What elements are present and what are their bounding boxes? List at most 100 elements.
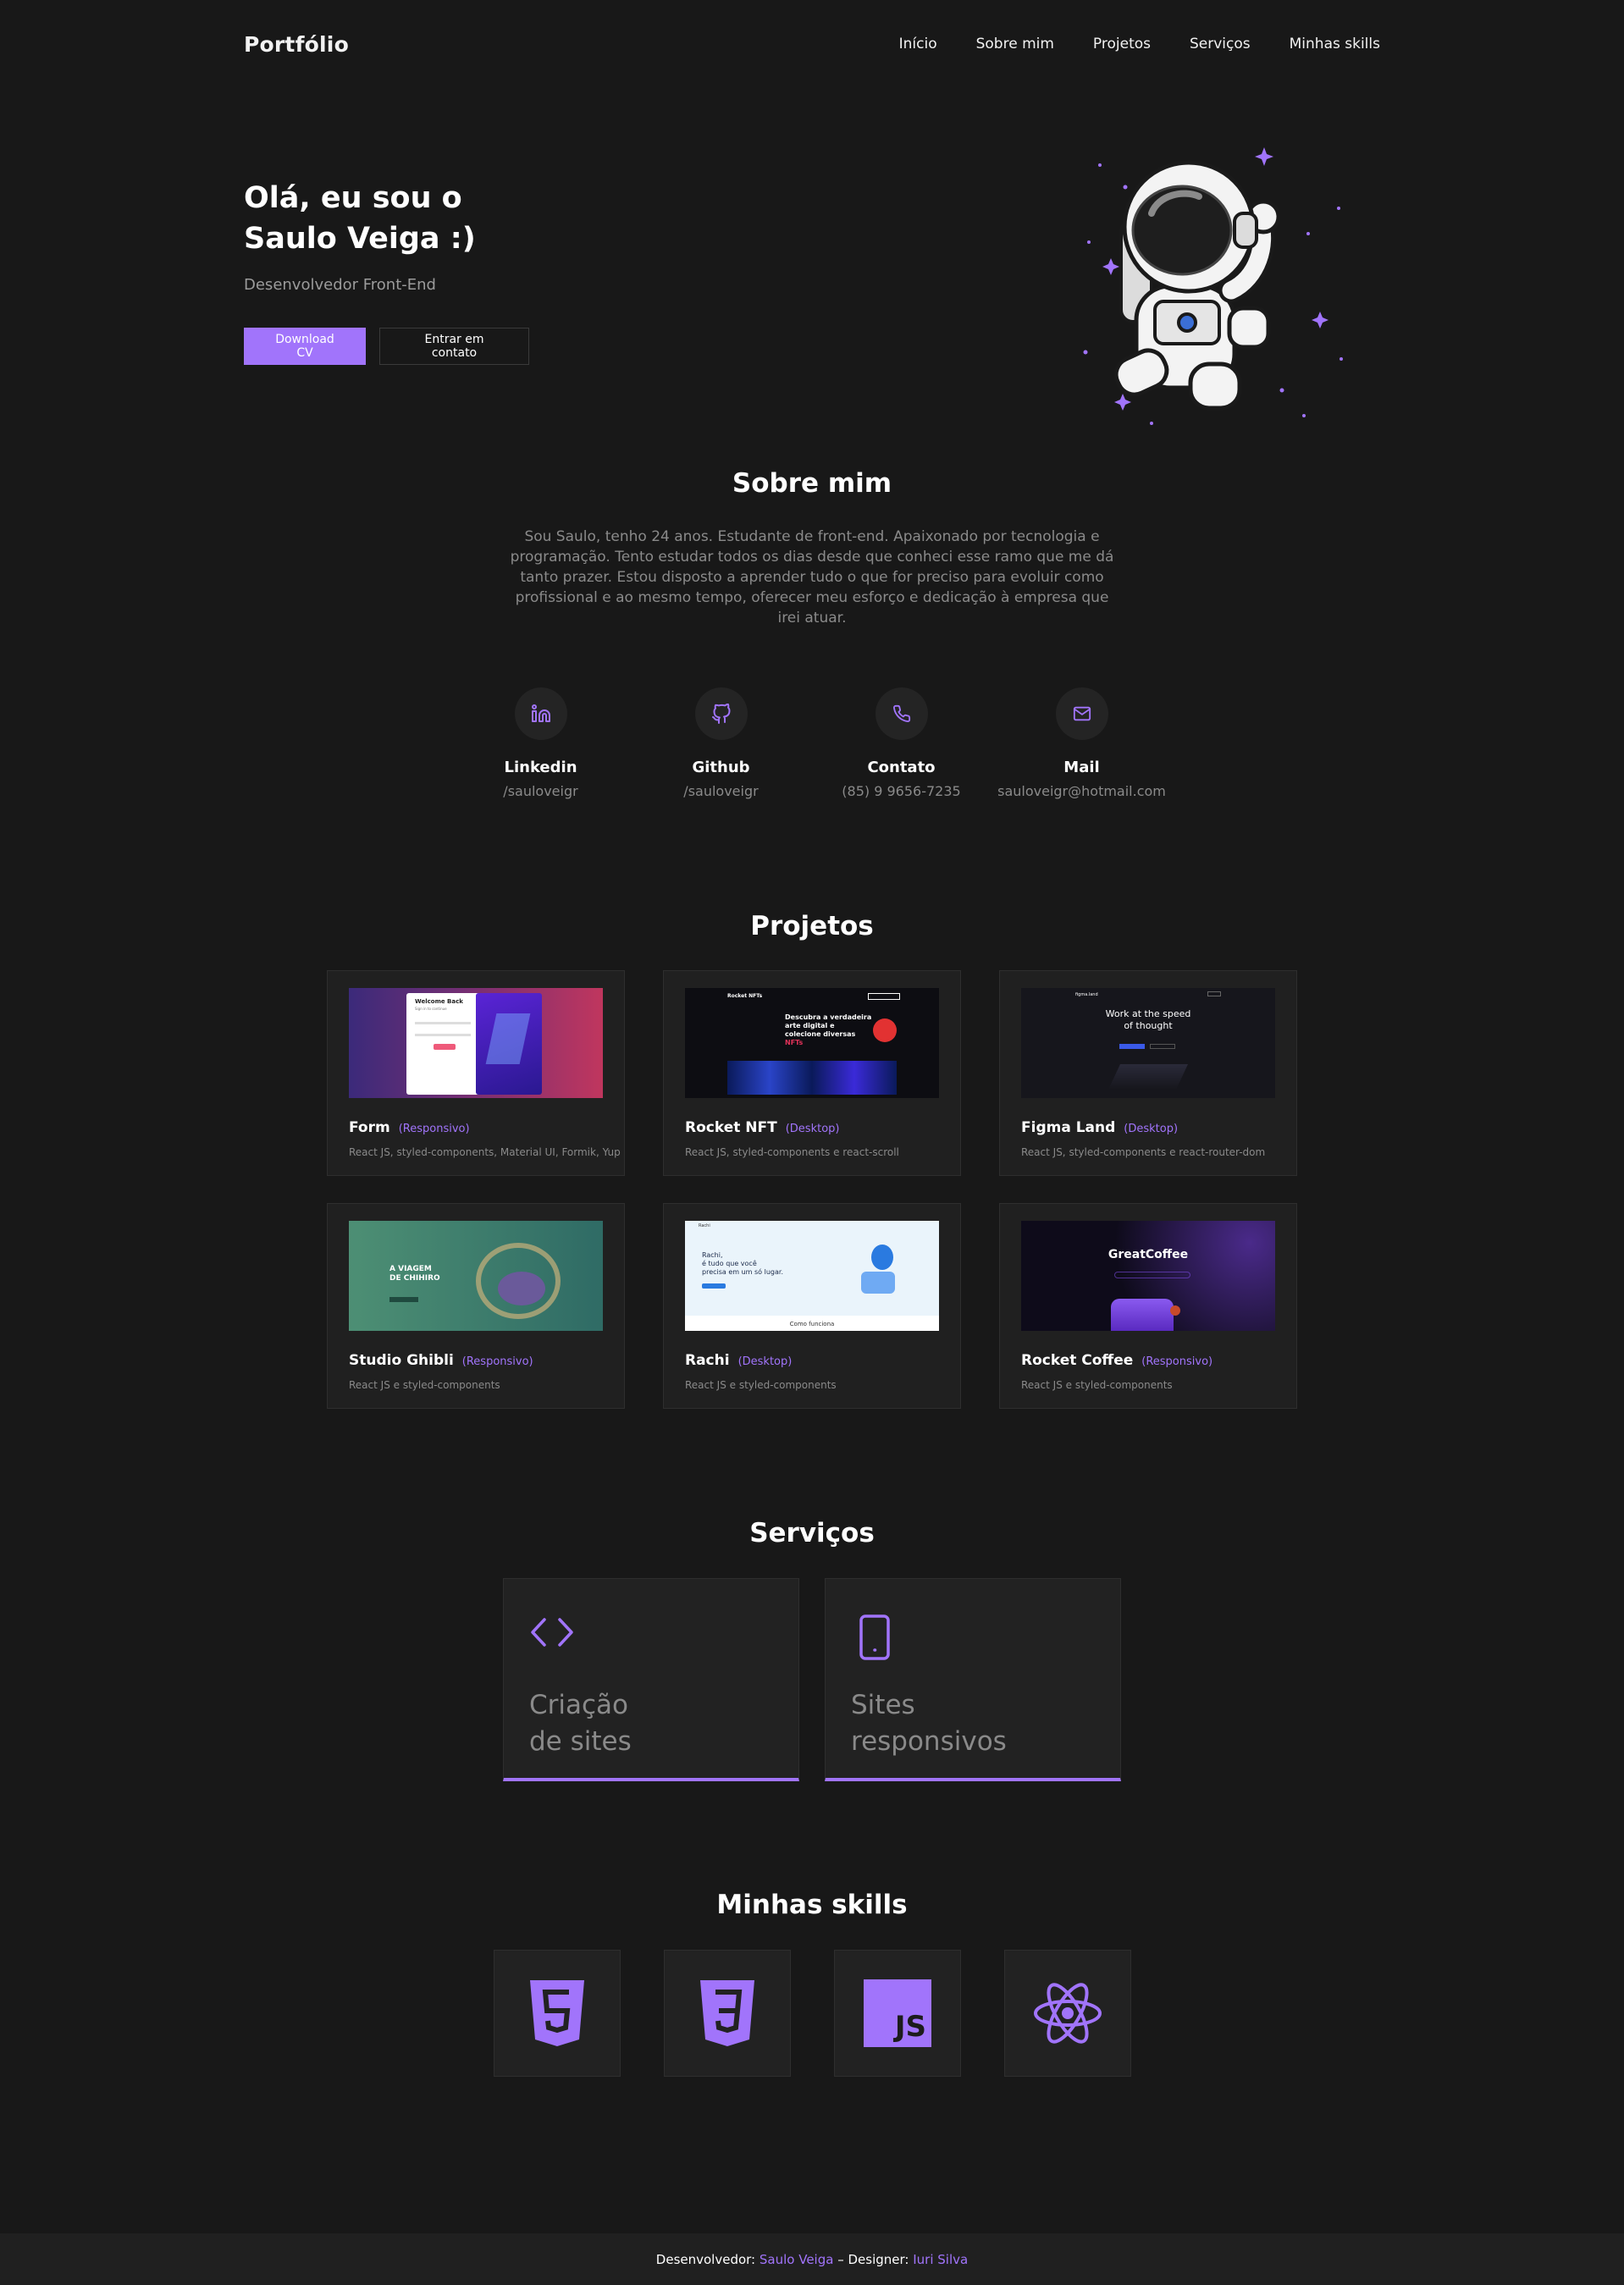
thumb-text: Rachi — [699, 1223, 710, 1228]
hero-title-line1: Olá, eu sou o — [244, 181, 462, 215]
project-name: Rocket Coffee — [1021, 1352, 1134, 1369]
service-title-line1: Sites — [851, 1690, 915, 1720]
footer-designer-link[interactable]: Iuri Silva — [913, 2252, 968, 2267]
mail-icon — [1055, 687, 1108, 740]
services-title: Serviços — [749, 1518, 875, 1548]
project-card-form[interactable]: Welcome Back Sign in to continue Form (Re… — [327, 970, 625, 1176]
project-thumbnail: GreatCoffee — [1021, 1221, 1275, 1331]
project-title: Figma Land (Desktop) — [1021, 1119, 1178, 1136]
phone-icon — [875, 687, 928, 740]
nav-minhas-skills[interactable]: Minhas skills — [1290, 36, 1380, 52]
contact-mail[interactable]: Mail sauloveigr@hotmail.com — [992, 687, 1172, 799]
project-thumbnail: A VIAGEM DE CHIHIRO — [349, 1221, 603, 1331]
thumb-text: precisa em um só lugar. — [702, 1268, 783, 1276]
download-cv-button[interactable]: Download CV — [244, 328, 366, 365]
nav-sobre-mim[interactable]: Sobre mim — [976, 36, 1054, 52]
contact-label: Contato — [867, 759, 936, 776]
project-title: Form (Responsivo) — [349, 1119, 470, 1136]
project-title: Rocket Coffee (Responsivo) — [1021, 1352, 1212, 1369]
react-icon — [1034, 1983, 1102, 2044]
logo[interactable]: Portfólio — [244, 32, 349, 57]
thumb-text: GreatCoffee — [1108, 1248, 1189, 1261]
thumb-text: Rocket NFTs — [727, 993, 763, 999]
project-thumbnail: figma.land Work at the speed of thought — [1021, 988, 1275, 1098]
contact-github[interactable]: Github /sauloveigr — [631, 687, 811, 799]
thumb-text: A VIAGEM — [389, 1265, 432, 1273]
javascript-icon: JS — [864, 1979, 931, 2047]
service-card-responsive: Sites responsivos — [825, 1578, 1121, 1781]
project-desc: React JS, styled-components, Material UI… — [349, 1146, 621, 1158]
project-tag: (Responsivo) — [398, 1123, 470, 1135]
project-title: Rocket NFT (Desktop) — [685, 1119, 839, 1136]
javascript-label: JS — [894, 2010, 926, 2044]
service-title-line1: Criação — [529, 1690, 629, 1720]
astronaut-illustration — [1083, 147, 1343, 425]
project-card-rocket-coffee[interactable]: GreatCoffee Rocket Coffee (Responsivo) Re… — [999, 1203, 1297, 1409]
project-tag: (Desktop) — [737, 1355, 793, 1368]
hero-title-line2: Saulo Veiga :) — [244, 222, 476, 256]
thumb-text: Work at the speed — [1105, 1008, 1191, 1019]
service-title: Sites responsivos — [851, 1687, 1088, 1760]
project-card-figma-land[interactable]: figma.land Work at the speed of thought … — [999, 970, 1297, 1176]
project-desc: React JS, styled-components e react-rout… — [1021, 1146, 1266, 1158]
hero-buttons: Download CV Entrar em contato — [244, 328, 684, 365]
service-title-line2: de sites — [529, 1726, 632, 1757]
thumb-text: é tudo que você — [702, 1260, 757, 1267]
contact-value: (85) 9 9656-7235 — [842, 783, 961, 799]
thumb-text: Sign in to continue — [415, 1007, 447, 1011]
skill-css — [664, 1950, 791, 2077]
mobile-icon — [858, 1614, 892, 1664]
footer-separator: – Designer: — [833, 2251, 914, 2267]
service-card-web: Criação de sites — [503, 1578, 799, 1781]
project-tag: (Responsivo) — [1141, 1355, 1213, 1368]
contact-value: /sauloveigr — [683, 783, 759, 799]
about-text: Sou Saulo, tenho 24 anos. Estudante de f… — [510, 528, 1114, 626]
project-name: Rocket NFT — [685, 1119, 777, 1136]
thumb-text: figma.land — [1075, 992, 1098, 997]
project-name: Form — [349, 1119, 390, 1136]
project-desc: React JS e styled-components — [349, 1379, 500, 1391]
footer-dev-link[interactable]: Saulo Veiga — [760, 2252, 834, 2267]
project-name: Rachi — [685, 1352, 730, 1369]
hero-text: Olá, eu sou o Saulo Veiga :) Desenvolved… — [244, 178, 684, 365]
footer: Desenvolvedor: Saulo Veiga – Designer: I… — [0, 2233, 1624, 2285]
project-title: Studio Ghibli (Responsivo) — [349, 1352, 533, 1369]
service-title-line2: responsivos — [851, 1726, 1007, 1757]
thumb-text: arte digital e — [785, 1022, 835, 1029]
thumb-text: colecione diversas — [785, 1030, 856, 1038]
project-thumbnail: Rachi Rachi, é tudo que você precisa em … — [685, 1221, 939, 1331]
project-desc: React JS e styled-components — [685, 1379, 837, 1391]
css3-icon — [700, 1980, 754, 2046]
project-name: Studio Ghibli — [349, 1352, 454, 1369]
project-card-rachi[interactable]: Rachi Rachi, é tudo que você precisa em … — [663, 1203, 961, 1409]
nav-inicio[interactable]: Início — [899, 36, 937, 52]
nav-servicos[interactable]: Serviços — [1190, 36, 1251, 52]
top-navbar: Portfólio Início Sobre mim Projetos Serv… — [244, 25, 1380, 63]
skill-html — [494, 1950, 621, 2077]
project-tag: (Responsivo) — [461, 1355, 533, 1368]
contact-phone[interactable]: Contato (85) 9 9656-7235 — [811, 687, 992, 799]
contact-label: Linkedin — [504, 759, 577, 776]
thumb-text: Como funciona — [789, 1321, 835, 1327]
github-icon — [694, 687, 748, 740]
skills-title: Minhas skills — [716, 1890, 908, 1920]
thumb-text: NFTs — [785, 1039, 804, 1046]
thumb-text: Rachi, — [702, 1251, 723, 1259]
code-icon — [529, 1614, 575, 1653]
project-card-rocket-nft[interactable]: Rocket NFTs Descubra a verdadeira arte d… — [663, 970, 961, 1176]
contact-button[interactable]: Entrar em contato — [379, 328, 529, 365]
linkedin-icon — [514, 687, 567, 740]
nav-projetos[interactable]: Projetos — [1093, 36, 1151, 52]
contact-value: /sauloveigr — [503, 783, 578, 799]
project-title: Rachi (Desktop) — [685, 1352, 792, 1369]
contact-linkedin[interactable]: Linkedin /sauloveigr — [450, 687, 631, 799]
project-desc: React JS, styled-components e react-scro… — [685, 1146, 899, 1158]
main-nav: Início Sobre mim Projetos Serviços Minha… — [899, 36, 1380, 52]
contact-value: sauloveigr@hotmail.com — [997, 783, 1166, 799]
footer-dev-prefix: Desenvolvedor: — [655, 2251, 760, 2267]
skill-javascript: JS — [834, 1950, 961, 2077]
thumb-text: Welcome Back — [415, 998, 463, 1005]
project-card-studio-ghibli[interactable]: A VIAGEM DE CHIHIRO Studio Ghibli (Respon… — [327, 1203, 625, 1409]
skill-react — [1004, 1950, 1131, 2077]
projects-title: Projetos — [750, 911, 874, 941]
